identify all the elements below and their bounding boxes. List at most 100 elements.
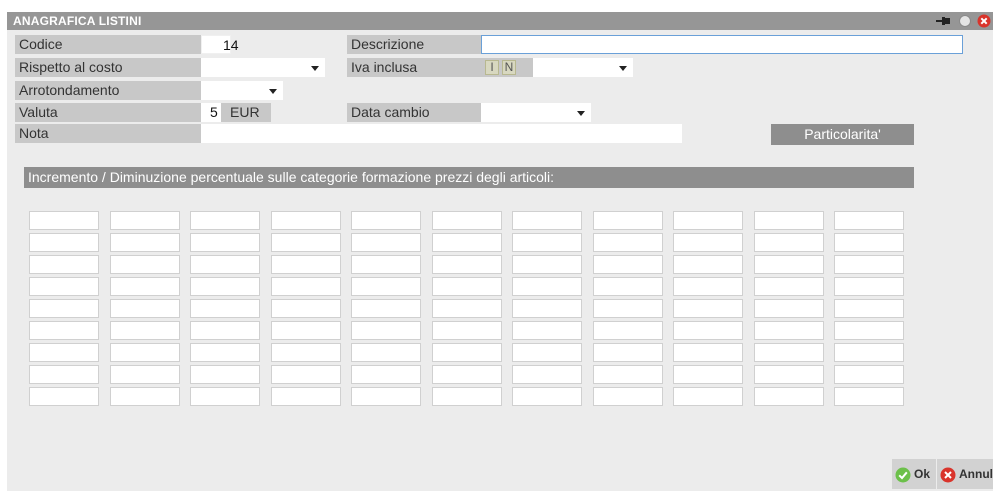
percentage-cell[interactable] <box>270 387 341 406</box>
percentage-cell[interactable] <box>753 387 824 406</box>
percentage-cell[interactable] <box>512 387 582 406</box>
percentage-cell[interactable] <box>109 321 180 340</box>
percentage-cell[interactable] <box>512 343 582 362</box>
nota-field[interactable] <box>201 124 682 143</box>
percentage-cell[interactable] <box>592 211 663 230</box>
percentage-cell[interactable] <box>673 387 743 406</box>
percentage-cell[interactable] <box>431 387 502 406</box>
percentage-cell[interactable] <box>431 255 502 274</box>
percentage-cell[interactable] <box>753 365 824 384</box>
percentage-cell[interactable] <box>592 233 663 252</box>
pin-icon[interactable] <box>935 14 951 28</box>
data-cambio-select[interactable] <box>481 103 591 122</box>
percentage-cell[interactable] <box>351 233 421 252</box>
percentage-cell[interactable] <box>753 299 824 318</box>
percentage-cell[interactable] <box>29 321 99 340</box>
percentage-cell[interactable] <box>834 387 904 406</box>
percentage-cell[interactable] <box>673 277 743 296</box>
percentage-cell[interactable] <box>190 299 260 318</box>
percentage-cell[interactable] <box>592 387 663 406</box>
percentage-cell[interactable] <box>673 255 743 274</box>
codice-field[interactable]: 14 <box>201 35 239 54</box>
ok-button[interactable]: Ok <box>892 459 936 489</box>
percentage-cell[interactable] <box>673 211 743 230</box>
percentage-cell[interactable] <box>753 255 824 274</box>
percentage-cell[interactable] <box>270 321 341 340</box>
percentage-cell[interactable] <box>834 343 904 362</box>
percentage-cell[interactable] <box>351 387 421 406</box>
percentage-cell[interactable] <box>351 343 421 362</box>
percentage-cell[interactable] <box>673 299 743 318</box>
percentage-cell[interactable] <box>190 277 260 296</box>
percentage-cell[interactable] <box>351 321 421 340</box>
percentage-cell[interactable] <box>109 277 180 296</box>
valuta-code-field[interactable]: 5 <box>201 103 221 122</box>
percentage-cell[interactable] <box>834 211 904 230</box>
percentage-cell[interactable] <box>190 387 260 406</box>
percentage-cell[interactable] <box>29 277 99 296</box>
percentage-cell[interactable] <box>512 233 582 252</box>
percentage-cell[interactable] <box>190 321 260 340</box>
percentage-cell[interactable] <box>512 211 582 230</box>
descrizione-field[interactable] <box>481 35 963 54</box>
percentage-cell[interactable] <box>592 343 663 362</box>
percentage-cell[interactable] <box>834 233 904 252</box>
rispetto-select[interactable] <box>201 58 325 77</box>
percentage-cell[interactable] <box>431 365 502 384</box>
percentage-cell[interactable] <box>512 299 582 318</box>
circle-icon[interactable] <box>958 14 972 28</box>
percentage-cell[interactable] <box>270 299 341 318</box>
percentage-cell[interactable] <box>190 343 260 362</box>
percentage-cell[interactable] <box>351 211 421 230</box>
percentage-cell[interactable] <box>351 365 421 384</box>
percentage-cell[interactable] <box>351 255 421 274</box>
percentage-cell[interactable] <box>270 365 341 384</box>
percentage-cell[interactable] <box>673 343 743 362</box>
percentage-cell[interactable] <box>351 277 421 296</box>
arrotondamento-select[interactable] <box>201 81 283 100</box>
percentage-cell[interactable] <box>753 211 824 230</box>
percentage-cell[interactable] <box>190 255 260 274</box>
percentage-cell[interactable] <box>109 299 180 318</box>
percentage-cell[interactable] <box>753 277 824 296</box>
percentage-cell[interactable] <box>753 321 824 340</box>
percentage-cell[interactable] <box>351 299 421 318</box>
percentage-cell[interactable] <box>512 277 582 296</box>
percentage-cell[interactable] <box>29 211 99 230</box>
percentage-cell[interactable] <box>431 233 502 252</box>
close-icon[interactable] <box>977 14 991 28</box>
percentage-cell[interactable] <box>512 321 582 340</box>
percentage-cell[interactable] <box>753 343 824 362</box>
percentage-cell[interactable] <box>834 255 904 274</box>
percentage-cell[interactable] <box>592 321 663 340</box>
percentage-cell[interactable] <box>270 233 341 252</box>
percentage-cell[interactable] <box>592 255 663 274</box>
percentage-cell[interactable] <box>190 211 260 230</box>
percentage-cell[interactable] <box>592 365 663 384</box>
percentage-cell[interactable] <box>431 299 502 318</box>
percentage-cell[interactable] <box>431 211 502 230</box>
percentage-cell[interactable] <box>29 299 99 318</box>
percentage-cell[interactable] <box>270 255 341 274</box>
percentage-cell[interactable] <box>673 233 743 252</box>
iva-select[interactable] <box>533 58 633 77</box>
percentage-cell[interactable] <box>673 321 743 340</box>
percentage-cell[interactable] <box>29 365 99 384</box>
percentage-cell[interactable] <box>431 321 502 340</box>
percentage-cell[interactable] <box>109 387 180 406</box>
percentage-cell[interactable] <box>834 365 904 384</box>
percentage-cell[interactable] <box>29 387 99 406</box>
percentage-cell[interactable] <box>512 255 582 274</box>
percentage-cell[interactable] <box>270 277 341 296</box>
percentage-cell[interactable] <box>834 299 904 318</box>
percentage-cell[interactable] <box>109 343 180 362</box>
percentage-cell[interactable] <box>109 255 180 274</box>
percentage-cell[interactable] <box>431 277 502 296</box>
percentage-cell[interactable] <box>29 255 99 274</box>
iva-toggle-n[interactable]: N <box>502 60 516 75</box>
percentage-cell[interactable] <box>190 365 260 384</box>
percentage-cell[interactable] <box>834 321 904 340</box>
iva-toggle-i[interactable]: I <box>485 60 499 75</box>
percentage-cell[interactable] <box>109 365 180 384</box>
percentage-cell[interactable] <box>109 233 180 252</box>
